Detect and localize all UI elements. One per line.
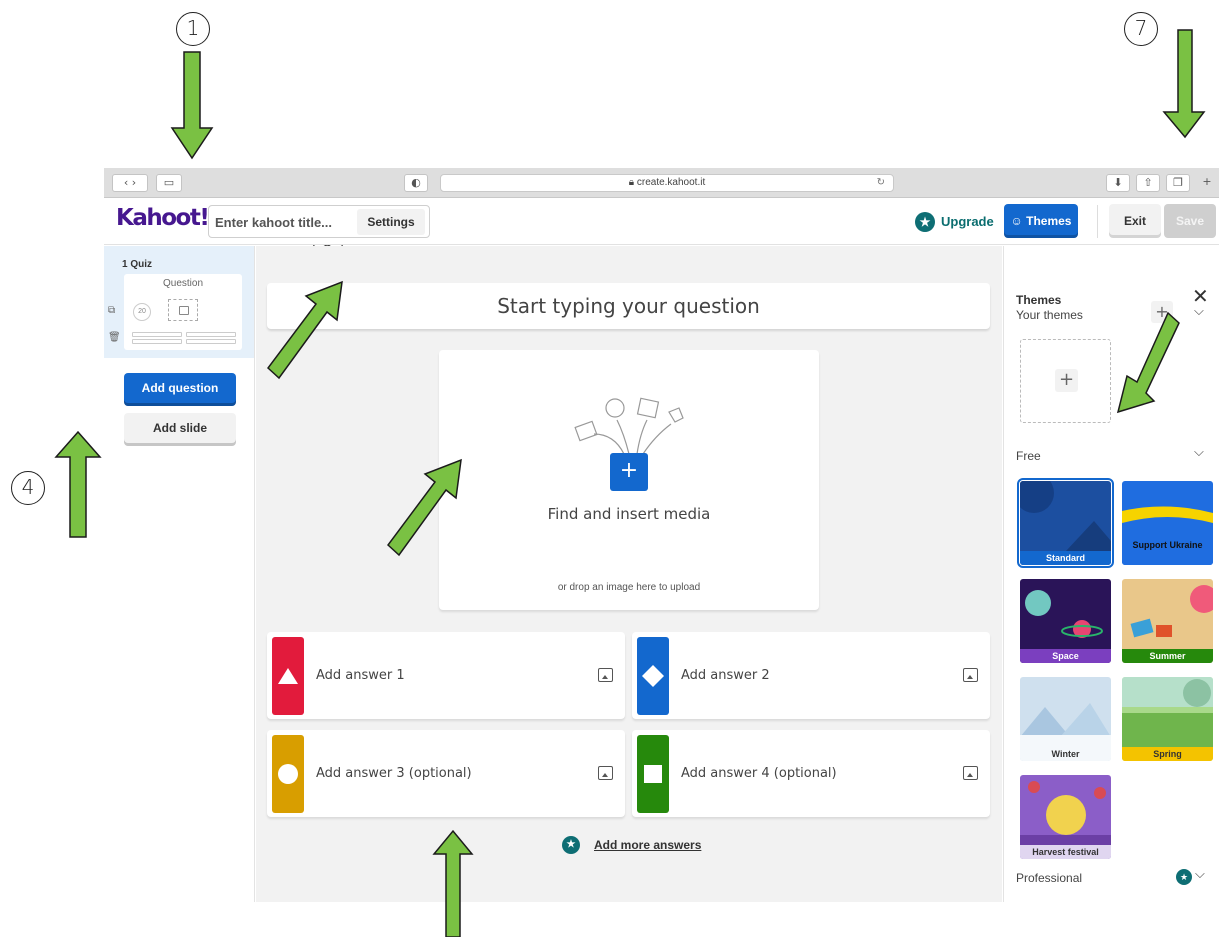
arrow-6 bbox=[386, 458, 462, 557]
annotation-arrows bbox=[54, 29, 1206, 937]
arrow-4 bbox=[54, 430, 102, 538]
arrow-1 bbox=[170, 51, 214, 160]
arrow-7 bbox=[1162, 29, 1206, 139]
arrow-3 bbox=[432, 829, 474, 937]
arrow-2 bbox=[266, 280, 343, 380]
arrow-5 bbox=[1116, 311, 1180, 414]
